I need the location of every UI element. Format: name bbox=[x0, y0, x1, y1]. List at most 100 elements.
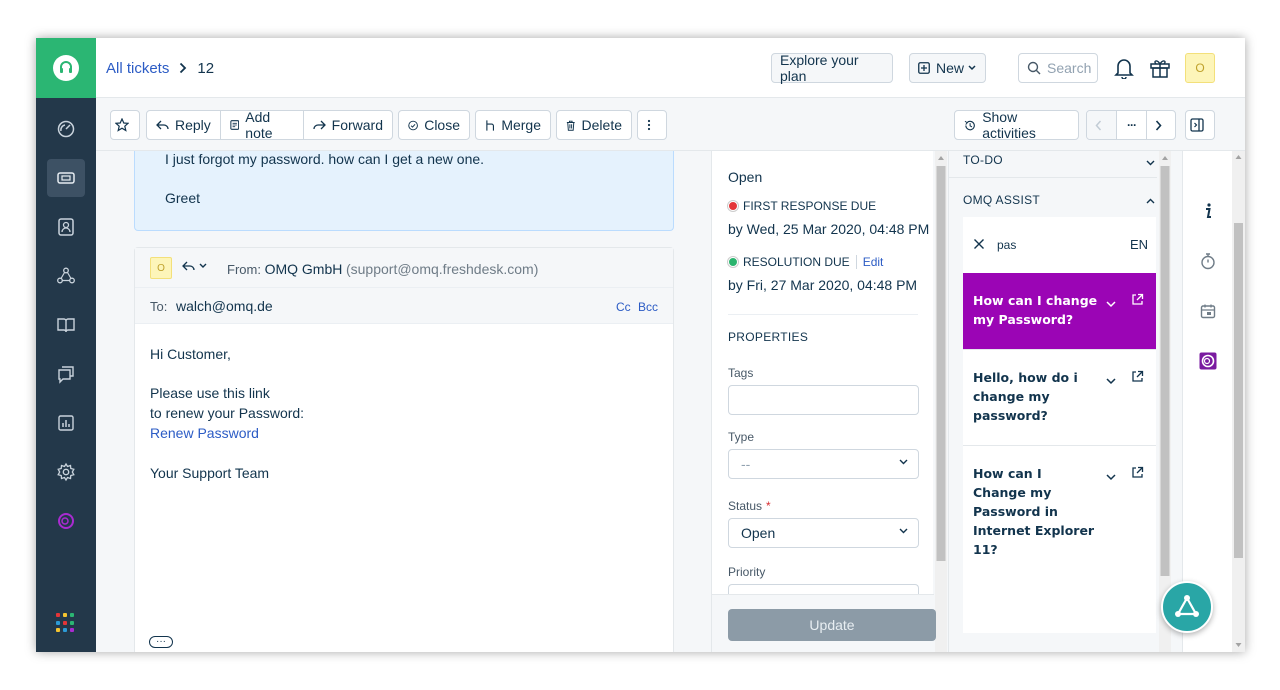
status-label: Status bbox=[728, 499, 763, 513]
note-icon bbox=[230, 120, 239, 130]
gift-icon[interactable] bbox=[1148, 56, 1172, 80]
reply-message: O From: OMQ GmbH (support@omq.freshdesk.… bbox=[134, 247, 674, 652]
all-tickets-link[interactable]: All tickets bbox=[106, 60, 169, 77]
settings-gear-icon[interactable] bbox=[47, 453, 85, 491]
previous-ticket-button[interactable] bbox=[1087, 111, 1117, 139]
from-row: From: OMQ GmbH (support@omq.freshdesk.co… bbox=[227, 261, 538, 277]
bcc-link[interactable]: Bcc bbox=[638, 300, 658, 314]
forums-icon[interactable] bbox=[47, 355, 85, 393]
main-sidebar bbox=[36, 38, 96, 652]
omq-assist-title[interactable]: OMQ ASSIST bbox=[963, 193, 1040, 207]
cc-link[interactable]: Cc bbox=[616, 300, 631, 314]
edit-resolution-link[interactable]: Edit bbox=[855, 255, 883, 269]
status-label-row: Status * bbox=[728, 499, 771, 513]
to-recipient[interactable]: walch@omq.de bbox=[176, 298, 273, 314]
reports-icon[interactable] bbox=[47, 404, 85, 442]
external-link-icon[interactable] bbox=[1131, 370, 1144, 388]
tags-input[interactable] bbox=[728, 385, 919, 415]
search-input[interactable]: Search bbox=[1018, 53, 1098, 83]
bell-icon[interactable] bbox=[1112, 56, 1136, 80]
close-ticket-button[interactable]: Close bbox=[398, 110, 470, 140]
chevron-up-icon[interactable] bbox=[1146, 191, 1155, 209]
next-ticket-button[interactable] bbox=[1147, 111, 1175, 139]
first-response-date: by Wed, 25 Mar 2020, 04:48 PM bbox=[728, 221, 930, 237]
star-button[interactable] bbox=[110, 110, 140, 140]
type-select[interactable]: -- bbox=[728, 449, 919, 479]
reply-actions-group: Reply Add note Forward bbox=[146, 110, 393, 140]
top-header: All tickets 12 Explore your plan New Sea… bbox=[96, 38, 1245, 98]
omq-result-item[interactable]: How can I change my Password? bbox=[963, 273, 1156, 349]
calendar-icon[interactable] bbox=[1198, 301, 1218, 321]
omq-app-icon[interactable] bbox=[47, 502, 85, 540]
language-selector[interactable]: EN bbox=[1130, 237, 1148, 252]
omq-icon[interactable] bbox=[1198, 351, 1218, 371]
forward-button[interactable]: Forward bbox=[304, 111, 392, 139]
first-response-label: FIRST RESPONSE DUE bbox=[743, 199, 877, 213]
clear-search-icon[interactable] bbox=[973, 237, 985, 255]
add-note-label: Add note bbox=[245, 110, 273, 140]
reply-label: Reply bbox=[175, 117, 211, 133]
forward-label: Forward bbox=[331, 117, 383, 133]
new-button[interactable]: New bbox=[909, 53, 986, 83]
add-note-button[interactable]: Add note bbox=[221, 111, 304, 139]
timer-icon[interactable] bbox=[1198, 251, 1218, 271]
renew-password-link[interactable]: Renew Password bbox=[150, 425, 259, 441]
contacts-icon[interactable] bbox=[47, 208, 85, 246]
tickets-icon[interactable] bbox=[47, 159, 85, 197]
external-link-icon[interactable] bbox=[1131, 466, 1144, 484]
history-icon bbox=[964, 120, 975, 130]
info-icon[interactable] bbox=[1198, 201, 1218, 221]
omq-search-input[interactable]: pas bbox=[997, 238, 1016, 252]
omq-result-item[interactable]: Hello, how do i change my password? bbox=[963, 349, 1156, 445]
chevron-down-icon[interactable] bbox=[1106, 295, 1116, 313]
divider bbox=[728, 314, 918, 315]
groups-icon[interactable] bbox=[47, 257, 85, 295]
omq-result-item[interactable]: How can I Change my Password in Internet… bbox=[963, 445, 1156, 557]
delete-label: Delete bbox=[581, 117, 622, 133]
page-scrollbar[interactable] bbox=[1232, 151, 1245, 652]
update-button[interactable]: Update bbox=[728, 609, 936, 641]
reply-button[interactable]: Reply bbox=[147, 111, 221, 139]
properties-panel: Open FIRST RESPONSE DUE by Wed, 25 Mar 2… bbox=[711, 151, 947, 652]
to-row: To: walch@omq.de Cc Bcc bbox=[135, 288, 673, 324]
omq-search[interactable]: pas EN bbox=[963, 217, 1156, 273]
delete-button[interactable]: Delete bbox=[556, 110, 632, 140]
update-bar: Update bbox=[712, 594, 936, 652]
chevron-down-icon[interactable] bbox=[1106, 372, 1116, 390]
customer-message-text: I just forgot my password. how can I get… bbox=[165, 151, 485, 167]
merge-button[interactable]: Merge bbox=[475, 110, 551, 140]
properties-scrollbar[interactable] bbox=[935, 151, 947, 652]
omq-result-text: How can I change my Password? bbox=[973, 293, 1098, 327]
more-options-button[interactable] bbox=[637, 110, 667, 140]
dashboard-icon[interactable] bbox=[47, 110, 85, 148]
omq-assistant-fab[interactable] bbox=[1161, 581, 1213, 633]
chevron-left-icon bbox=[1095, 120, 1102, 130]
chevron-down-icon[interactable] bbox=[1146, 153, 1155, 171]
right-app-rail bbox=[1182, 151, 1232, 652]
chevron-right-icon bbox=[1155, 119, 1162, 131]
chevron-down-icon bbox=[899, 459, 908, 465]
close-label: Close bbox=[424, 117, 460, 133]
chevron-down-icon bbox=[899, 528, 908, 534]
ticket-number: 12 bbox=[197, 60, 215, 77]
chevron-down-icon[interactable] bbox=[1106, 468, 1116, 486]
ticket-list-button[interactable]: ··· bbox=[1117, 111, 1147, 139]
reply-type-dropdown[interactable] bbox=[182, 260, 207, 272]
assist-scrollbar[interactable] bbox=[1159, 151, 1171, 652]
knowledge-base-icon[interactable] bbox=[47, 306, 85, 344]
toggle-sidebar-button[interactable] bbox=[1185, 110, 1215, 140]
user-avatar[interactable]: O bbox=[1185, 53, 1215, 83]
freshdesk-logo[interactable] bbox=[36, 38, 96, 98]
explore-plan-button[interactable]: Explore your plan bbox=[771, 52, 893, 84]
show-activities-button[interactable]: Show activities bbox=[954, 109, 1079, 141]
apps-grid-icon[interactable] bbox=[56, 613, 76, 633]
reply-line-2: to renew your Password: bbox=[150, 405, 305, 421]
first-response-due: FIRST RESPONSE DUE bbox=[728, 199, 876, 213]
todo-section-title[interactable]: TO-DO bbox=[963, 153, 1003, 167]
agent-avatar: O bbox=[150, 257, 172, 279]
status-select[interactable]: Open bbox=[728, 518, 919, 548]
show-quoted-text-icon[interactable]: ··· bbox=[149, 636, 173, 648]
resolution-date: by Fri, 27 Mar 2020, 04:48 PM bbox=[728, 277, 918, 293]
external-link-icon[interactable] bbox=[1131, 293, 1144, 311]
show-activities-label: Show activities bbox=[982, 109, 1036, 141]
